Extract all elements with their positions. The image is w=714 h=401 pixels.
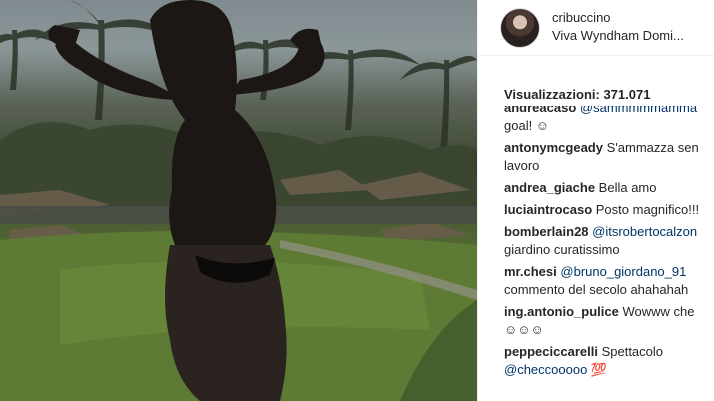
video-frame-illustration bbox=[0, 0, 477, 401]
post-header: cribuccino Viva Wyndham Domi... bbox=[478, 0, 714, 56]
comment-mention[interactable]: @bruno_giordano_91 bbox=[560, 264, 686, 279]
comment-item: mr.chesi @bruno_giordano_91 commento del… bbox=[504, 263, 714, 299]
comment-author[interactable]: bomberlain28 bbox=[504, 224, 589, 239]
comment-text: Spettacolo bbox=[601, 344, 664, 359]
comment-author[interactable]: luciaintrocaso bbox=[504, 202, 592, 217]
profile-avatar[interactable] bbox=[500, 8, 540, 48]
comment-item: bomberlain28 @itsrobertocalzon giardino … bbox=[504, 223, 714, 259]
comment-mention[interactable]: @itsrobertocalzon bbox=[592, 224, 697, 239]
comment-text-continued: commento del secolo ahahahah bbox=[504, 282, 689, 297]
comment-text-continued: lavoro bbox=[504, 158, 540, 173]
comment-author[interactable]: andrea_giache bbox=[504, 180, 595, 195]
post-username[interactable]: cribuccino bbox=[552, 10, 611, 25]
comment-text: Bella amo bbox=[598, 180, 657, 195]
comment-mention[interactable]: @sammmmmamma bbox=[580, 106, 697, 115]
comment-mention[interactable]: @checcooooo 💯 bbox=[504, 362, 607, 377]
comment-item: ing.antonio_pulice Wowww che ☺☺☺ bbox=[504, 303, 714, 339]
post-location[interactable]: Viva Wyndham Domi... bbox=[552, 28, 684, 43]
comment-author[interactable]: andreacaso bbox=[504, 106, 576, 115]
comment-author[interactable]: mr.chesi bbox=[504, 264, 557, 279]
post-video[interactable] bbox=[0, 0, 477, 401]
comment-text-continued: giardino curatissimo bbox=[504, 242, 620, 257]
comment-text-continued: ☺☺☺ bbox=[504, 322, 544, 337]
view-count: Visualizzazioni: 371.071 bbox=[504, 87, 651, 102]
comment-item: luciaintrocaso Posto magnifico!!! bbox=[504, 201, 714, 219]
post-details-panel: cribuccino Viva Wyndham Domi... Visualiz… bbox=[477, 0, 714, 401]
comment-text: Posto magnifico!!! bbox=[595, 202, 700, 217]
comment-item: antonymcgeady S'ammazza sen lavoro bbox=[504, 139, 714, 175]
comment-item: peppeciccarelli Spettacolo @checcooooo 💯 bbox=[504, 343, 714, 379]
comments-list: andreacaso @sammmmmamma goal! ☺ antonymc… bbox=[504, 106, 714, 401]
comment-author[interactable]: peppeciccarelli bbox=[504, 344, 598, 359]
comment-text: S'ammazza sen bbox=[606, 140, 699, 155]
comment-author[interactable]: antonymcgeady bbox=[504, 140, 603, 155]
comment-item: andrea_giache Bella amo bbox=[504, 179, 714, 197]
comment-author[interactable]: ing.antonio_pulice bbox=[504, 304, 619, 319]
comment-text: Wowww che bbox=[622, 304, 695, 319]
comment-text: goal! ☺ bbox=[504, 118, 550, 133]
comment-item: andreacaso @sammmmmamma goal! ☺ bbox=[504, 106, 714, 135]
